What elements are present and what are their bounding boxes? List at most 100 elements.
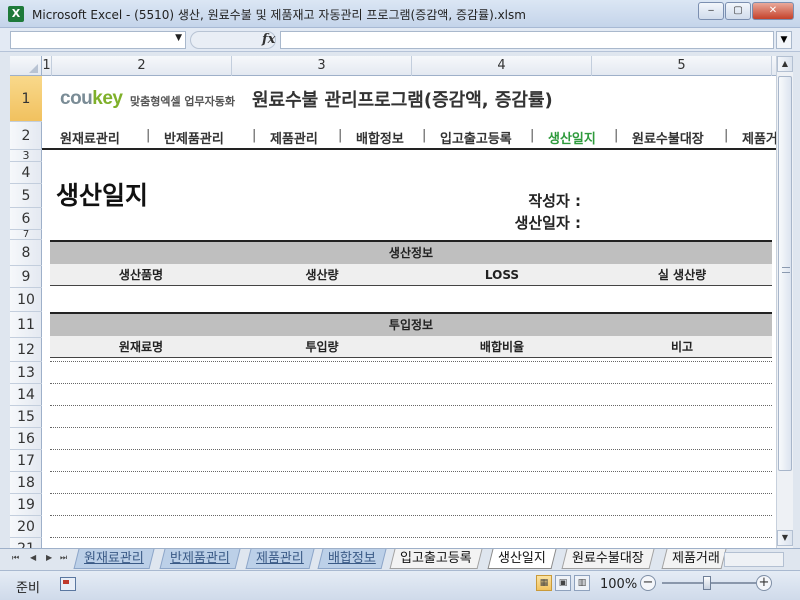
- row-header[interactable]: 6: [10, 208, 42, 230]
- column-header-5[interactable]: 5: [592, 56, 772, 76]
- tab-label: 반제품관리: [170, 551, 230, 566]
- col-material-name: 원재료명: [118, 340, 164, 354]
- column-header-2[interactable]: 2: [52, 56, 232, 76]
- formula-input[interactable]: [280, 31, 774, 49]
- chevron-down-icon[interactable]: ▼: [175, 33, 182, 43]
- nav-separator: |: [422, 128, 427, 143]
- row-header[interactable]: 13: [10, 362, 42, 384]
- page-layout-view-icon[interactable]: ▣: [555, 575, 571, 591]
- row-header[interactable]: 17: [10, 450, 42, 472]
- table-row[interactable]: [50, 405, 772, 406]
- input-info-header: 투입정보: [50, 312, 772, 336]
- col-input-qty: 투입량: [305, 340, 339, 354]
- insert-function-icon[interactable]: fx: [262, 32, 275, 47]
- tab-material-ledger[interactable]: 원료수불대장: [561, 549, 655, 569]
- sheet-content[interactable]: coukey 맞춤형엑셀 업무자동화 원료수불 관리프로그램(증감액, 증감률)…: [42, 76, 776, 548]
- scroll-thumb[interactable]: [778, 76, 792, 471]
- nav-item-material-ledger[interactable]: 원료수불대장: [632, 128, 704, 147]
- select-all-button[interactable]: [10, 56, 42, 76]
- tab-raw-materials[interactable]: 원재료관리: [73, 549, 155, 569]
- row-header[interactable]: 7: [10, 229, 42, 240]
- scroll-up-icon[interactable]: ▲: [777, 56, 793, 72]
- expand-formula-bar-button[interactable]: ▼: [776, 31, 792, 49]
- row-header[interactable]: 21: [10, 538, 42, 549]
- table-row[interactable]: [50, 427, 772, 428]
- first-sheet-icon[interactable]: ⏮: [12, 553, 19, 563]
- close-button[interactable]: ✕: [752, 2, 794, 20]
- tab-label: 배합정보: [328, 551, 376, 566]
- title-bar: X Microsoft Excel - (5510) 생산, 원료수불 및 제품…: [0, 0, 800, 28]
- table-row[interactable]: [50, 449, 772, 450]
- next-sheet-icon[interactable]: ▶: [46, 553, 52, 562]
- row-header[interactable]: 11: [10, 312, 42, 338]
- logo-tagline: 맞춤형엑셀 업무자동화: [130, 95, 236, 108]
- row-header[interactable]: 10: [10, 288, 42, 312]
- nav-item-production-log[interactable]: 생산일지: [548, 128, 596, 147]
- row-header[interactable]: 15: [10, 406, 42, 428]
- row-header[interactable]: 5: [10, 184, 42, 208]
- vertical-scrollbar[interactable]: ▲ ▼: [776, 56, 793, 548]
- nav-item-semi-products[interactable]: 반제품관리: [164, 128, 224, 147]
- logo-main: cou: [60, 88, 93, 109]
- zoom-level[interactable]: 100%: [600, 577, 637, 592]
- column-header-4[interactable]: 4: [412, 56, 592, 76]
- row-header[interactable]: 14: [10, 384, 42, 406]
- column-header-3[interactable]: 3: [232, 56, 412, 76]
- table-row[interactable]: [50, 471, 772, 472]
- column-header-1[interactable]: 1: [42, 56, 52, 76]
- col-production-qty: 생산량: [305, 268, 339, 282]
- maximize-button[interactable]: ▢: [725, 2, 751, 20]
- tab-semi-products[interactable]: 반제품관리: [159, 549, 241, 569]
- nav-separator: |: [338, 128, 343, 143]
- nav-item-mix-info[interactable]: 배합정보: [356, 128, 404, 147]
- zoom-out-icon[interactable]: −: [640, 575, 656, 591]
- row-header[interactable]: 20: [10, 516, 42, 538]
- tab-mix-info[interactable]: 배합정보: [317, 549, 387, 569]
- nav-item-raw-materials[interactable]: 원재료관리: [60, 128, 120, 147]
- row-header[interactable]: 16: [10, 428, 42, 450]
- macro-record-icon[interactable]: [60, 577, 76, 591]
- nav-separator: |: [530, 128, 535, 143]
- program-title: 원료수불 관리프로그램(증감액, 증감률): [252, 90, 553, 111]
- nav-separator: |: [614, 128, 619, 143]
- horizontal-scrollbar[interactable]: [724, 552, 784, 567]
- row-header[interactable]: 3: [10, 149, 42, 162]
- select-all-icon: [29, 64, 38, 73]
- col-actual-qty: 실 생산량: [657, 268, 707, 282]
- row-header[interactable]: 9: [10, 266, 42, 288]
- zoom-slider-thumb[interactable]: [703, 576, 711, 590]
- zoom-in-icon[interactable]: +: [756, 575, 772, 591]
- tab-in-out-register[interactable]: 입고출고등록: [389, 549, 483, 569]
- row-header[interactable]: 12: [10, 338, 42, 362]
- row-header[interactable]: 8: [10, 240, 42, 266]
- worksheet-grid: 1 2 3 4 5 1 2 3 4 5 6 7 8 9 10 11 12 13 …: [10, 56, 776, 548]
- name-box[interactable]: ▼: [10, 31, 186, 49]
- row-header[interactable]: 2: [10, 122, 42, 150]
- tab-products[interactable]: 제품관리: [245, 549, 315, 569]
- row-header[interactable]: 18: [10, 472, 42, 494]
- formula-bar: ▼ fx ▼: [0, 28, 800, 52]
- table-row[interactable]: [50, 493, 772, 494]
- table-row[interactable]: [50, 361, 772, 362]
- status-ready-text: 준비: [16, 581, 40, 596]
- row-header[interactable]: 1: [10, 76, 42, 122]
- row-header[interactable]: 19: [10, 494, 42, 516]
- prev-sheet-icon[interactable]: ◀: [30, 553, 36, 562]
- table-row[interactable]: [50, 537, 772, 538]
- minimize-button[interactable]: ‒: [698, 2, 724, 20]
- row-header[interactable]: 4: [10, 162, 42, 184]
- nav-item-in-out-register[interactable]: 입고출고등록: [440, 128, 512, 147]
- col-mix-ratio: 배합비율: [479, 340, 525, 354]
- page-break-preview-icon[interactable]: ▥: [574, 575, 590, 591]
- nav-separator: |: [146, 128, 151, 143]
- tab-production-log[interactable]: 생산일지: [487, 549, 557, 569]
- nav-item-product-trade[interactable]: 제품거래: [742, 128, 776, 147]
- scroll-down-icon[interactable]: ▼: [777, 530, 793, 546]
- tab-product-trade[interactable]: 제품거래: [661, 549, 727, 569]
- normal-view-icon[interactable]: ▦: [536, 575, 552, 591]
- nav-item-products[interactable]: 제품관리: [270, 128, 318, 147]
- table-row[interactable]: [50, 515, 772, 516]
- excel-app-icon[interactable]: X: [8, 6, 24, 22]
- last-sheet-icon[interactable]: ⏭: [60, 553, 67, 563]
- table-row[interactable]: [50, 383, 772, 384]
